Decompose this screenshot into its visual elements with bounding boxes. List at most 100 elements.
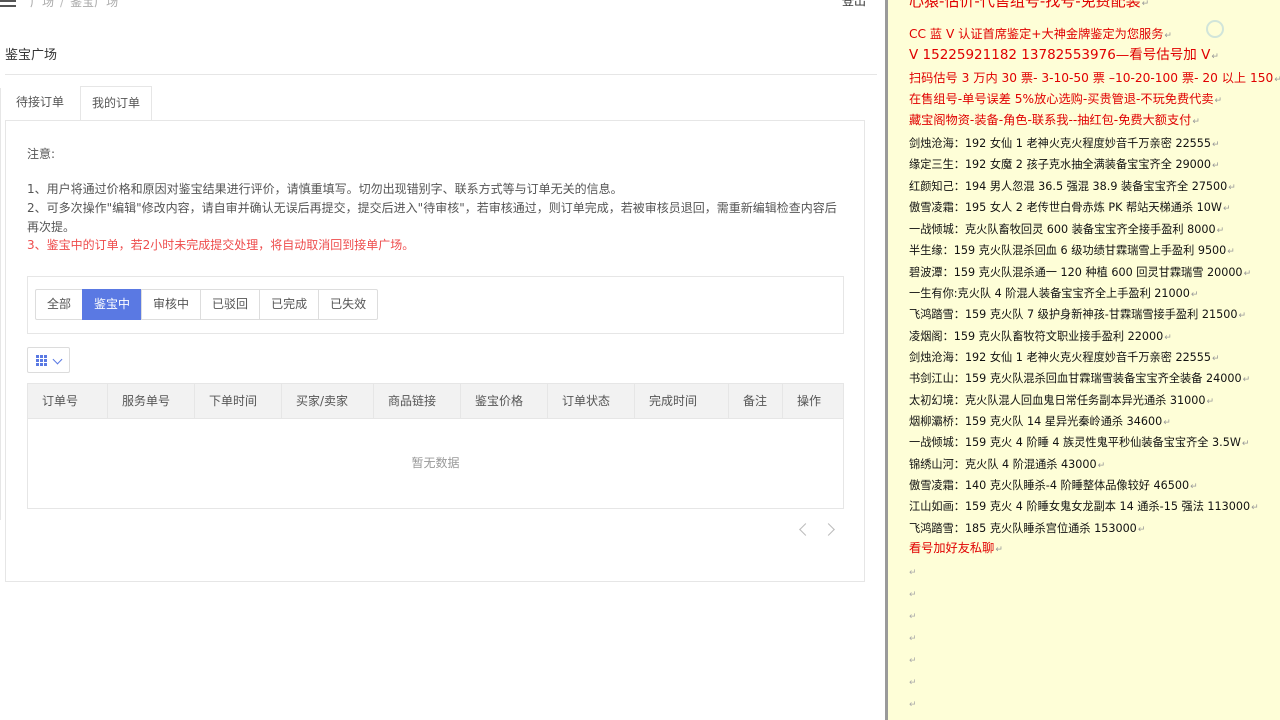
paragraph-mark-icon: ↵ xyxy=(909,678,917,688)
document-line[interactable]: 傲雪凌霜：140 克火队睡杀-4 阶睡整体品像较好 46500↵ xyxy=(909,478,1198,495)
paragraph-mark-icon: ↵ xyxy=(995,545,1003,555)
logout-link[interactable]: 登出 xyxy=(842,0,866,9)
status-filter-group: 全部 鉴宝中 审核中 已驳回 已完成 已失效 xyxy=(35,289,379,320)
breadcrumb-separator: / xyxy=(60,0,65,9)
filter-completed-button[interactable]: 已完成 xyxy=(259,289,320,320)
paragraph-mark-icon: ↵ xyxy=(1243,269,1252,279)
document-line[interactable]: 一战倾城：克火队畜牧回灵 600 装备宝宝齐全接手盈利 8000↵ xyxy=(909,222,1224,239)
column-header[interactable]: 订单号 xyxy=(28,384,108,419)
paragraph-mark-icon: ↵ xyxy=(1190,482,1198,492)
document-line[interactable]: 心猿-估价-代售组号-找号-免费配装↵ xyxy=(909,0,1149,12)
chevron-left-icon xyxy=(799,523,812,536)
tab-panel: 注意: 1、用户将通过价格和原因对鉴宝结果进行评价，请慎重填写。切勿出现错别字、… xyxy=(5,120,865,582)
notice-title: 注意: xyxy=(27,147,56,161)
notice-line: 2、可多次操作"编辑"修改内容，请自审并确认无误后再提交，提交后进入"待审核"，… xyxy=(27,201,837,234)
paragraph-mark-icon: ↵ xyxy=(909,700,917,710)
paragraph-mark-icon: ↵ xyxy=(1238,311,1246,321)
divider xyxy=(5,74,877,75)
document-line[interactable]: 书剑江山：159 克火队混杀回血甘霖瑞雪装备宝宝齐全装备 24000↵ xyxy=(909,371,1250,388)
column-header[interactable]: 完成时间 xyxy=(635,384,729,419)
column-header[interactable]: 鉴宝价格 xyxy=(461,384,548,419)
top-bar: 广场 / 鉴宝广场 登出 xyxy=(0,0,885,12)
notice-warning: 3、鉴宝中的订单，若2小时未完成提交处理，将自动取消回到接单广场。 xyxy=(27,238,415,252)
tab-my-orders[interactable]: 我的订单 xyxy=(80,86,153,121)
document-line[interactable]: 太初幻境：克火队混人回血鬼日常任务副本异光通杀 31000↵ xyxy=(909,393,1214,410)
column-header[interactable]: 订单状态 xyxy=(548,384,635,419)
paragraph-mark-icon: ↵ xyxy=(1192,117,1200,127)
paragraph-mark-icon: ↵ xyxy=(909,590,917,600)
document-editor[interactable]: 心猿-估价-代售组号-找号-免费配装↵ CC 蓝 V 认证首席鉴定+大神金牌鉴定为… xyxy=(888,0,1280,720)
document-line[interactable]: 锦绣山河：克火队 4 阶混通杀 43000↵ xyxy=(909,457,1105,474)
paragraph-mark-icon: ↵ xyxy=(1212,354,1220,364)
paragraph-mark-icon: ↵ xyxy=(1222,204,1231,214)
paragraph-mark-icon: ↵ xyxy=(1228,183,1236,193)
document-line[interactable]: V 15225921182 13782553976—看号估号加 V↵ xyxy=(909,48,1219,65)
breadcrumb-item: 鉴宝广场 xyxy=(70,0,119,9)
table-header: 订单号 服务单号 下单时间 买家/卖家 商品链接 鉴宝价格 订单状态 完成时间 … xyxy=(28,384,843,419)
document-line[interactable]: 剑烛沧海：192 女仙 1 老神火克火程度妙音千万亲密 22555↵ xyxy=(909,350,1220,367)
document-line[interactable]: 傲雪凌霜：195 女人 2 老传世白骨赤炼 PK 帮站天梯通杀 10W↵ xyxy=(909,200,1231,217)
paragraph-mark-icon: ↵ xyxy=(1163,418,1171,428)
paragraph-mark-icon: ↵ xyxy=(1164,31,1172,41)
document-line[interactable]: 剑烛沧海：192 女仙 1 老神火克火程度妙音千万亲密 22555↵ xyxy=(909,136,1220,153)
grid-icon xyxy=(36,355,48,367)
order-management-app: 广场 / 鉴宝广场 登出 鉴宝广场 待接订单 我的订单 注意: 1、用户将通过价格和… xyxy=(0,0,885,720)
document-line[interactable]: 飞鸿踏雪：185 克火队睡杀宫位通杀 153000↵ xyxy=(909,521,1145,538)
document-line[interactable]: 扫码估号 3 万内 30 票- 3-10-50 票 –10-20-100 票- … xyxy=(909,71,1280,88)
paragraph-mark-icon: ↵ xyxy=(1214,96,1223,106)
document-line[interactable]: 飞鸿踏雪：159 克火队 7 级护身新神孩-甘霖瑞雪接手盈利 21500↵ xyxy=(909,307,1246,324)
divider xyxy=(0,88,1,520)
paragraph-mark-icon: ↵ xyxy=(909,656,917,666)
paragraph-mark-icon: ↵ xyxy=(1141,0,1150,9)
column-header[interactable]: 服务单号 xyxy=(108,384,195,419)
paragraph-mark-icon: ↵ xyxy=(1097,461,1106,471)
filter-appraising-button[interactable]: 鉴宝中 xyxy=(82,289,143,320)
paragraph-mark-icon: ↵ xyxy=(1251,503,1259,513)
paragraph-mark-icon: ↵ xyxy=(1242,375,1251,385)
breadcrumb-item[interactable]: 广场 xyxy=(30,0,54,9)
column-header[interactable]: 商品链接 xyxy=(374,384,461,419)
document-line[interactable]: 碧波潭：159 克火队混杀通一 120 种植 600 回灵甘霖瑞雪 20000↵ xyxy=(909,265,1251,282)
paragraph-mark-icon: ↵ xyxy=(909,612,917,622)
menu-icon[interactable] xyxy=(0,0,16,7)
column-header[interactable]: 买家/卖家 xyxy=(282,384,374,419)
document-line[interactable]: 一战倾城：159 克火 4 阶睡 4 族灵性鬼平秒仙装备宝宝齐全 3.5W↵ xyxy=(909,435,1249,452)
document-line[interactable]: 江山如画：159 克火 4 阶睡女鬼女龙副本 14 通杀-15 强法 11300… xyxy=(909,499,1259,516)
column-header[interactable]: 下单时间 xyxy=(195,384,282,419)
paragraph-mark-icon: ↵ xyxy=(1164,333,1172,343)
chevron-down-icon xyxy=(52,354,63,365)
pagination-prev[interactable] xyxy=(799,523,812,537)
filter-all-button[interactable]: 全部 xyxy=(35,289,84,320)
pagination-next[interactable] xyxy=(822,523,835,537)
document-line[interactable]: 红颜知己：194 男人忽混 36.5 强混 38.9 装备宝宝齐全 27500↵ xyxy=(909,179,1236,196)
paragraph-mark-icon: ↵ xyxy=(1190,290,1199,300)
column-header[interactable]: 备注 xyxy=(729,384,783,419)
paragraph-mark-icon: ↵ xyxy=(1212,140,1220,150)
tab-pending-orders[interactable]: 待接订单 xyxy=(5,86,75,121)
paragraph-mark-icon: ↵ xyxy=(1227,247,1235,257)
column-toggle-button[interactable] xyxy=(27,347,70,373)
paragraph-mark-icon: ↵ xyxy=(1241,439,1250,449)
empty-state-text: 暂无数据 xyxy=(411,456,460,470)
document-line[interactable]: 一生有你:克火队 4 阶混人装备宝宝齐全上手盈利 21000↵ xyxy=(909,286,1198,303)
filter-rejected-button[interactable]: 已驳回 xyxy=(200,289,261,320)
document-line[interactable]: 半生缘：159 克火队混杀回血 6 级功绩甘霖瑞雪上手盈利 9500↵ xyxy=(909,243,1235,260)
column-header[interactable]: 操作 xyxy=(783,384,843,419)
document-line[interactable]: 藏宝阁物资-装备-角色-联系我--抽红包-免费大额支付↵ xyxy=(909,113,1200,130)
chevron-right-icon xyxy=(822,523,835,536)
paragraph-mark-icon: ↵ xyxy=(1211,52,1219,62)
filter-reviewing-button[interactable]: 审核中 xyxy=(141,289,202,320)
document-line[interactable]: 在售组号-单号误差 5%放心选购-买贵管退-不玩免费代卖↵ xyxy=(909,92,1222,109)
document-line[interactable]: 凌烟阁：159 克火队畜牧符文职业接手盈利 22000↵ xyxy=(909,329,1172,346)
document-line[interactable]: 看号加好友私聊↵ xyxy=(909,541,1003,558)
document-line[interactable]: CC 蓝 V 认证首席鉴定+大神金牌鉴定为您服务↵ xyxy=(909,27,1172,44)
orders-table: 订单号 服务单号 下单时间 买家/卖家 商品链接 鉴宝价格 订单状态 完成时间 … xyxy=(27,383,844,509)
document-line[interactable]: 缘定三生：192 女魔 2 孩子克水抽全满装备宝宝齐全 29000↵ xyxy=(909,157,1220,174)
filter-expired-button[interactable]: 已失效 xyxy=(318,289,379,320)
watermark-logo xyxy=(1206,18,1276,42)
document-line[interactable]: 烟柳灞桥：159 克火队 14 星异光秦岭通杀 34600↵ xyxy=(909,414,1171,431)
paragraph-mark-icon: ↵ xyxy=(1212,161,1220,171)
paragraph-mark-icon: ↵ xyxy=(1216,226,1225,236)
paragraph-mark-icon: ↵ xyxy=(909,568,917,578)
paragraph-mark-icon: ↵ xyxy=(909,634,917,644)
